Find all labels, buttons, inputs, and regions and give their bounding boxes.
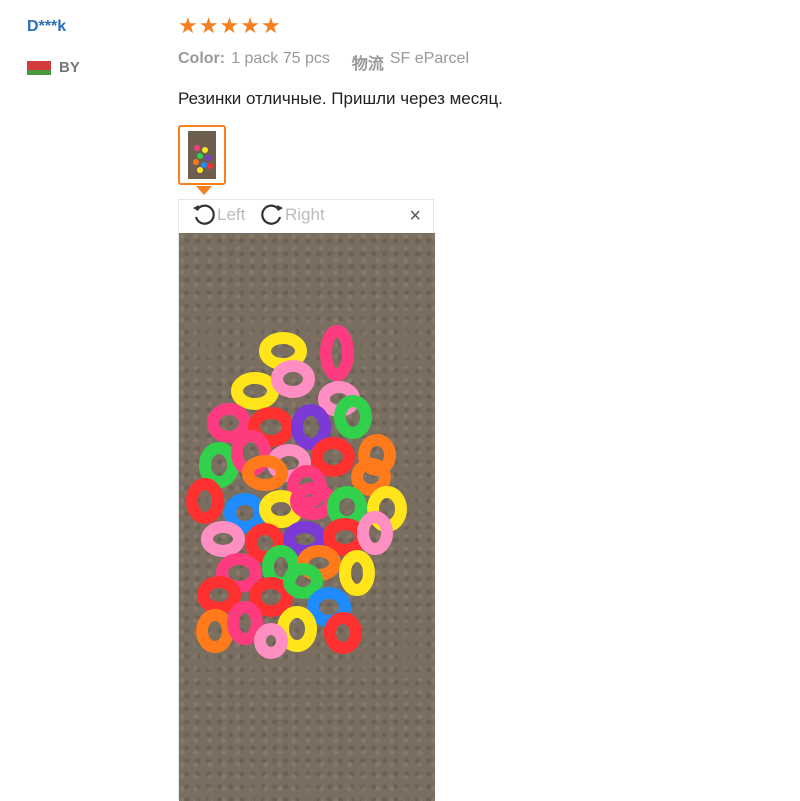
review-photo-thumbnail[interactable] (178, 125, 226, 185)
close-icon[interactable]: × (409, 206, 421, 226)
reviewer-country: BY (27, 59, 80, 76)
rotate-right-icon (261, 204, 283, 225)
hair-ties-photo (186, 325, 407, 659)
viewer-toolbar: Left Right × (179, 200, 433, 233)
rotate-right-button[interactable]: Right (259, 202, 325, 228)
thumbnail-pointer (196, 186, 212, 195)
star-icon: ★ (260, 13, 281, 38)
review-text: Резинки отличные. Пришли через месяц. (178, 89, 503, 108)
shipping-value: SF eParcel (389, 50, 469, 67)
country-code: BY (59, 59, 80, 76)
star-icon: ★ (240, 13, 260, 38)
star-rating: ★ ★ ★ ★ ★ (178, 14, 281, 38)
rotate-left-button[interactable]: Left (191, 202, 245, 228)
color-value: 1 pack 75 pcs (231, 50, 330, 67)
star-icon: ★ (198, 13, 219, 38)
star-icon: ★ (178, 13, 198, 38)
color-key: Color: (178, 50, 226, 67)
shipping-key: 物流 (351, 56, 384, 73)
reviewer-name: D***k (27, 18, 67, 35)
photo-viewer: Left Right × (178, 199, 435, 801)
rotate-left-icon (193, 204, 215, 225)
star-icon: ★ (219, 13, 240, 38)
order-properties: Color: 1 pack 75 pcs 物流 SF eParcel (178, 50, 469, 74)
rotate-left-label: Left (217, 205, 246, 224)
rotate-right-label: Right (285, 205, 325, 224)
review-photo (179, 233, 435, 801)
thumbnail-image (188, 131, 216, 179)
belarus-flag-icon (27, 60, 51, 75)
